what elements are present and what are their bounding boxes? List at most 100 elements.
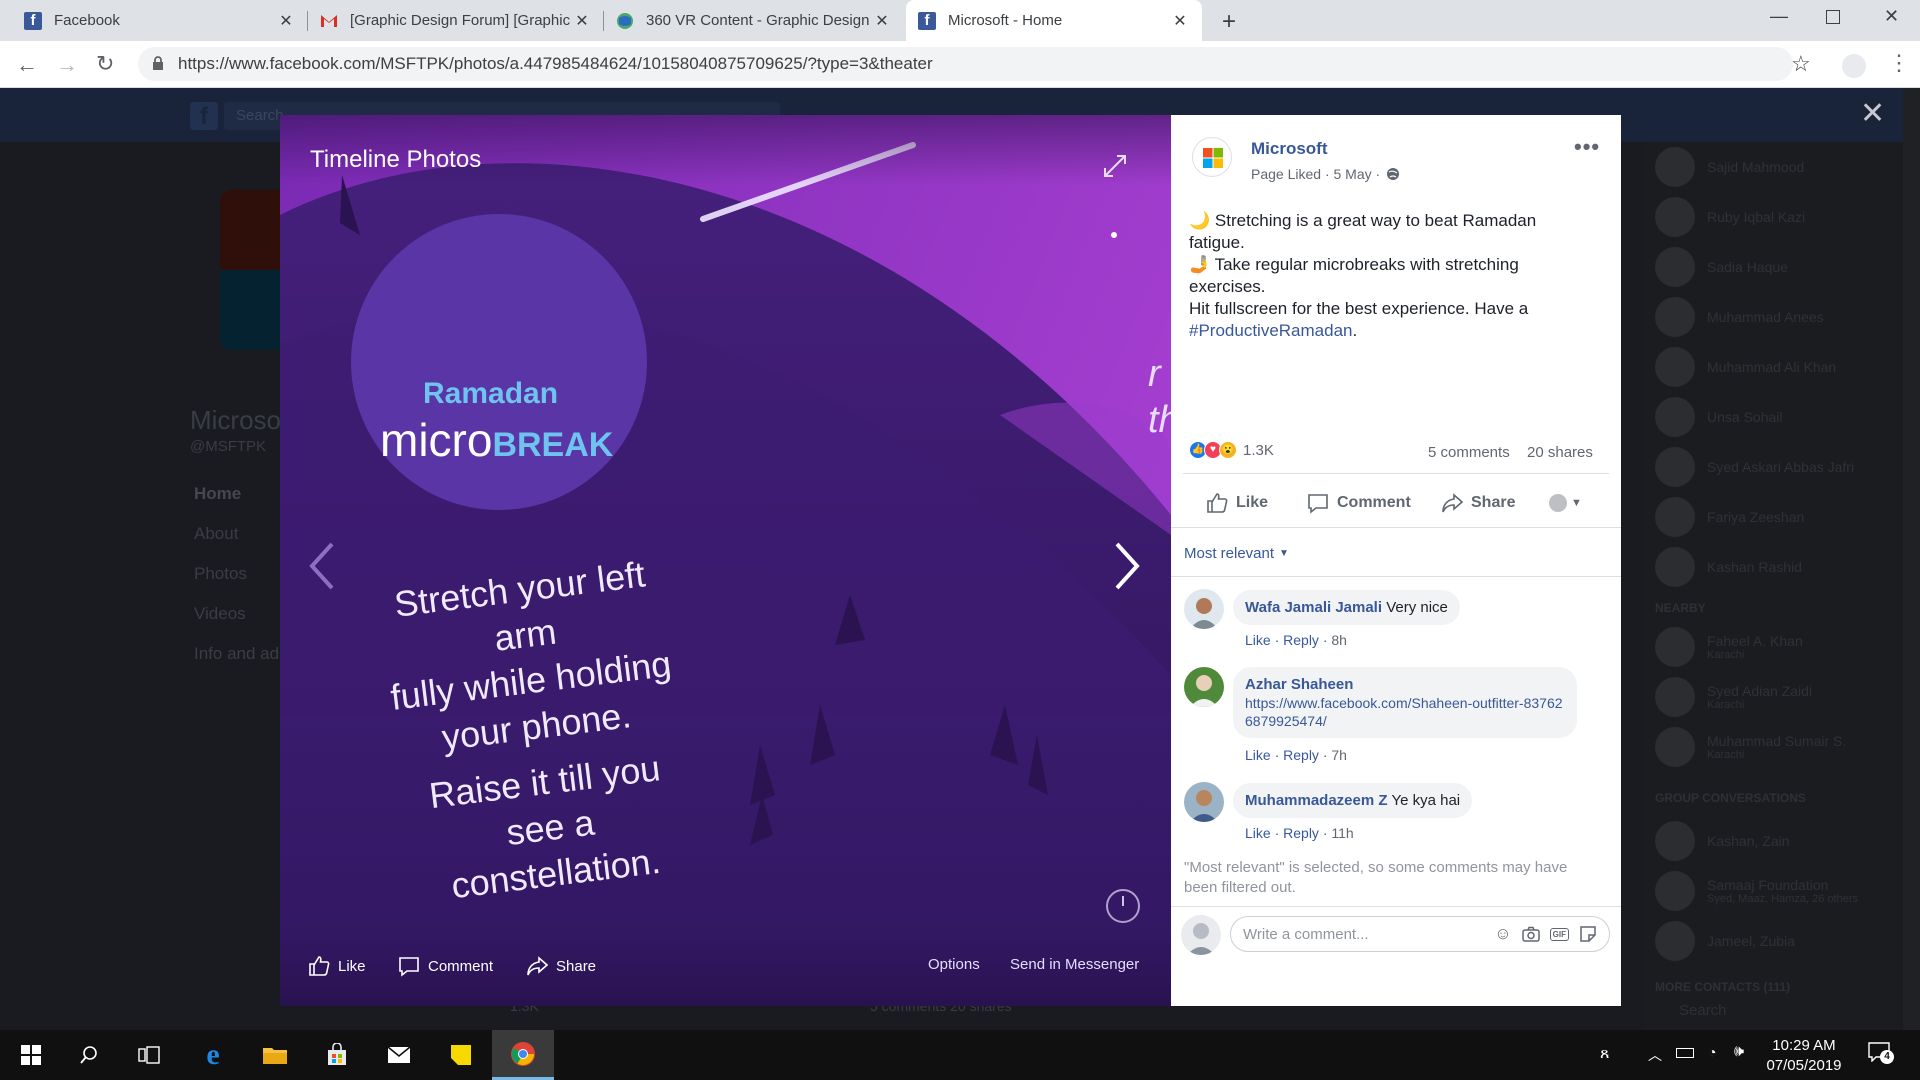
comment-reply-link[interactable]: Reply	[1283, 825, 1319, 841]
chat-contact[interactable]: Unsa Sohail	[1655, 392, 1783, 442]
close-tab-icon[interactable]: ✕	[1170, 11, 1190, 31]
minimize-button[interactable]: —	[1770, 6, 1788, 27]
window-close-button[interactable]: ✕	[1884, 6, 1899, 27]
address-bar[interactable]: https://www.facebook.com/MSFTPK/photos/a…	[138, 47, 1793, 81]
comment-time[interactable]: 8h	[1331, 632, 1347, 648]
task-view-icon[interactable]	[118, 1030, 180, 1080]
chat-contact[interactable]: Muhammad Anees	[1655, 292, 1824, 342]
chat-search-input[interactable]: Search	[1679, 1002, 1727, 1019]
microsoft-logo-avatar[interactable]	[1192, 137, 1232, 177]
new-tab-button[interactable]: +	[1222, 8, 1236, 36]
gif-icon[interactable]: GIF	[1549, 927, 1569, 941]
comments-count-link[interactable]: 5 comments	[1428, 444, 1510, 461]
store-icon[interactable]	[306, 1030, 368, 1080]
send-in-messenger-link[interactable]: Send in Messenger	[1010, 956, 1139, 973]
battery-icon[interactable]	[1676, 1048, 1694, 1058]
nav-photos[interactable]: Photos	[194, 564, 247, 584]
nav-videos[interactable]: Videos	[194, 604, 246, 624]
show-hidden-icons-chevron[interactable]: ︿	[1648, 1045, 1662, 1065]
chat-contact[interactable]: Ruby Iqbal Kazi	[1655, 192, 1805, 242]
comment-author-link[interactable]: Muhammadazeem Z	[1245, 792, 1388, 809]
my-avatar[interactable]	[1181, 915, 1221, 955]
comment-sort-dropdown[interactable]: Most relevant ▼	[1184, 545, 1289, 562]
reaction-summary[interactable]: 👍 ♥ 😮 1.3K	[1189, 441, 1274, 459]
wifi-icon[interactable]: ◔	[1708, 1044, 1716, 1060]
back-button[interactable]: ←	[16, 52, 38, 78]
reload-button[interactable]: ↻	[96, 51, 114, 77]
chat-contact[interactable]: Syed Askari Abbas Jafri	[1655, 442, 1854, 492]
comment-button[interactable]: Comment	[1307, 492, 1411, 514]
next-photo-arrow[interactable]	[1113, 540, 1141, 592]
maximize-button[interactable]	[1826, 10, 1840, 24]
page-scrollbar[interactable]	[1903, 88, 1920, 1030]
commenter-avatar[interactable]	[1184, 782, 1224, 822]
group-conversation[interactable]: Jameel, Zubia	[1655, 916, 1795, 966]
clock[interactable]: 10:29 AM 07/05/2019	[1764, 1036, 1844, 1076]
chat-contact[interactable]: Muhammad Ali Khan	[1655, 342, 1836, 392]
chrome-taskbar-icon[interactable]	[492, 1030, 554, 1080]
share-button[interactable]: Share	[1441, 492, 1515, 514]
hashtag-link[interactable]: #ProductiveRamadan	[1189, 321, 1352, 340]
nav-about[interactable]: About	[194, 524, 238, 544]
group-conversation[interactable]: Kashan, Zain	[1655, 816, 1790, 866]
commenter-avatar[interactable]	[1184, 667, 1224, 707]
comment-author-link[interactable]: Azhar Shaheen	[1245, 675, 1565, 694]
nearby-contact[interactable]: Syed Adian Zaidi Karachi	[1655, 672, 1812, 722]
bookmark-star-icon[interactable]: ☆	[1791, 51, 1811, 77]
search-icon[interactable]	[58, 1030, 120, 1080]
comment-input[interactable]: Write a comment... ☺ GIF	[1230, 916, 1610, 952]
comment-like-link[interactable]: Like	[1245, 747, 1271, 763]
emoji-icon[interactable]: ☺	[1494, 924, 1511, 944]
mail-icon[interactable]	[368, 1030, 430, 1080]
nearby-contact[interactable]: Faheel A. Khan Karachi	[1655, 622, 1803, 672]
comment-url-link[interactable]: https://www.facebook.com/Shaheen-outfitt…	[1245, 694, 1565, 730]
windows-start-icon[interactable]	[0, 1030, 62, 1080]
tab-facebook[interactable]: f Facebook ✕	[12, 0, 308, 41]
like-button[interactable]: Like	[1206, 492, 1268, 514]
comment-like-link[interactable]: Like	[1245, 825, 1271, 841]
post-more-options-icon[interactable]: •••	[1574, 134, 1600, 160]
sticky-notes-icon[interactable]	[430, 1030, 492, 1080]
comment-reply-link[interactable]: Reply	[1283, 747, 1319, 763]
forward-button[interactable]: →	[56, 52, 78, 78]
close-tab-icon[interactable]: ✕	[872, 11, 892, 31]
action-center-icon[interactable]: 4	[1868, 1042, 1894, 1064]
previous-photo-arrow[interactable]	[308, 540, 336, 592]
chat-contact[interactable]: Fariya Zeeshan	[1655, 492, 1804, 542]
chat-contact[interactable]: Sadia Haque	[1655, 242, 1788, 292]
photo-like-button[interactable]: Like	[308, 955, 366, 977]
close-theater-icon[interactable]: ✕	[1860, 96, 1885, 131]
comment-like-link[interactable]: Like	[1245, 632, 1271, 648]
nav-home[interactable]: Home	[194, 484, 241, 504]
photo-stage[interactable]: Timeline Photos Ramadan microBREAK Stret…	[280, 115, 1171, 1006]
tab-gmail[interactable]: [Graphic Design Forum] [Graphic ✕	[308, 0, 604, 41]
tab-microsoft-home[interactable]: f Microsoft - Home ✕	[906, 0, 1202, 41]
comment-author-link[interactable]: Wafa Jamali Jamali	[1245, 599, 1382, 616]
comment-reply-link[interactable]: Reply	[1283, 632, 1319, 648]
chat-contact[interactable]: Kashan Rashid	[1655, 542, 1802, 592]
nearby-contact[interactable]: Muhammad Sumair S. Karachi	[1655, 722, 1846, 772]
close-tab-icon[interactable]: ✕	[572, 11, 592, 31]
fullscreen-icon[interactable]	[1102, 153, 1128, 179]
tab-vr-content[interactable]: 360 VR Content - Graphic Design ✕	[604, 0, 904, 41]
commenter-avatar[interactable]	[1184, 589, 1224, 629]
volume-icon[interactable]: 🕪	[1734, 1043, 1744, 1061]
nav-info-and-ads[interactable]: Info and ads	[194, 644, 288, 664]
post-author-link[interactable]: Microsoft	[1251, 139, 1328, 159]
comment-time[interactable]: 7h	[1331, 747, 1347, 763]
post-as-selector[interactable]: ▼	[1549, 494, 1582, 512]
shares-count-link[interactable]: 20 shares	[1527, 444, 1593, 461]
file-explorer-icon[interactable]	[244, 1030, 306, 1080]
photo-comment-button[interactable]: Comment	[398, 955, 493, 977]
photo-share-button[interactable]: Share	[526, 955, 596, 977]
comment-time[interactable]: 11h	[1331, 825, 1353, 841]
extension-icon[interactable]	[1842, 54, 1866, 78]
photo-options-link[interactable]: Options	[928, 956, 980, 973]
people-icon[interactable]: ጸ	[1600, 1045, 1609, 1063]
edge-browser-icon[interactable]: e	[182, 1030, 244, 1080]
facebook-logo-icon[interactable]: f	[190, 102, 218, 130]
close-tab-icon[interactable]: ✕	[276, 11, 296, 31]
sticker-icon[interactable]	[1579, 925, 1597, 943]
group-conversation[interactable]: Samaaj Foundation Syed, Maaz, Hamza, 26 o…	[1655, 866, 1858, 916]
chrome-menu-icon[interactable]: ⋮	[1888, 50, 1910, 76]
